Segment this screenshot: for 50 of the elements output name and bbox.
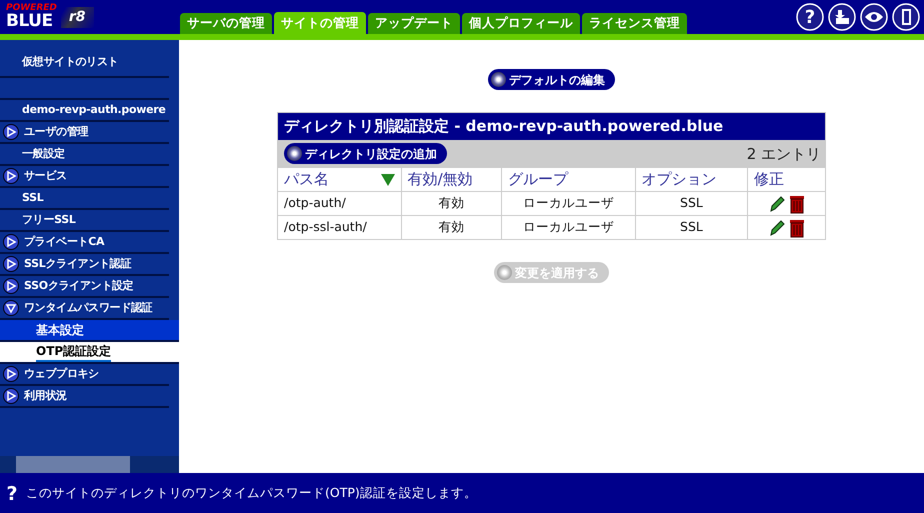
column-header[interactable]: オプション bbox=[635, 168, 748, 192]
horizontal-scrollbar[interactable] bbox=[0, 456, 179, 473]
sidebar-item[interactable]: SSLクライアント認証 bbox=[19, 256, 132, 272]
entry-count: 2 エントリ bbox=[746, 144, 821, 164]
sidebar-item[interactable]: 利用状況 bbox=[19, 388, 67, 404]
eye-icon[interactable] bbox=[860, 3, 888, 31]
help-icon: ? bbox=[4, 483, 20, 503]
tab[interactable]: アップデート bbox=[368, 13, 460, 34]
sort-descending-icon[interactable] bbox=[380, 174, 395, 186]
status-message: このサイトのディレクトリのワンタイムパスワード(OTP)認証を設定します。 bbox=[26, 484, 477, 502]
table-cell: 有効 bbox=[401, 216, 502, 240]
logo-tagline: POWERED bbox=[6, 4, 57, 13]
add-directory-button[interactable]: ディレクトリ設定の追加 bbox=[284, 143, 447, 164]
logout-icon[interactable] bbox=[892, 3, 920, 31]
sidebar-heading[interactable]: 仮想サイトのリスト bbox=[0, 54, 118, 70]
pencil-icon[interactable] bbox=[768, 194, 785, 212]
tab[interactable]: ライセンス管理 bbox=[582, 13, 687, 34]
table-cell: /otp-auth/ bbox=[278, 192, 402, 216]
version-label: r8 bbox=[60, 6, 94, 28]
help-icon[interactable]: ? bbox=[796, 3, 824, 31]
sidebar-subitem[interactable]: OTP認証設定 bbox=[0, 342, 179, 364]
sidebar-item[interactable]: 一般設定 bbox=[0, 146, 65, 162]
tab[interactable]: サーバの管理 bbox=[180, 13, 272, 34]
edit-defaults-button[interactable]: デフォルトの編集 bbox=[488, 69, 615, 90]
sidebar-item[interactable]: ウェブプロキシ bbox=[19, 366, 99, 382]
download-icon[interactable] bbox=[828, 3, 856, 31]
sidebar-subitem[interactable]: 基本設定 bbox=[0, 320, 179, 342]
table-cell: SSL bbox=[635, 192, 748, 216]
table-title: ディレクトリ別認証設定 - demo-revp-auth.powered.blue bbox=[278, 112, 826, 140]
column-header[interactable]: グループ bbox=[502, 168, 636, 192]
sidebar-item[interactable]: フリーSSL bbox=[0, 212, 76, 228]
logo-wordmark: BLUE bbox=[6, 13, 54, 30]
column-header[interactable]: 修正 bbox=[748, 168, 826, 192]
sidebar-item[interactable]: SSL bbox=[0, 190, 44, 206]
column-header[interactable]: 有効/無効 bbox=[401, 168, 502, 192]
sidebar-item[interactable]: ユーザの管理 bbox=[19, 124, 88, 140]
sidebar-item[interactable]: ワンタイムパスワード認証 bbox=[19, 300, 152, 316]
sidebar-item[interactable]: サービス bbox=[19, 168, 67, 184]
trash-icon[interactable] bbox=[788, 194, 805, 214]
pencil-icon[interactable] bbox=[768, 218, 785, 236]
table-cell: ローカルユーザ bbox=[502, 192, 636, 216]
table-cell: /otp-ssl-auth/ bbox=[278, 216, 402, 240]
sidebar-item[interactable]: プライベートCA bbox=[19, 234, 104, 250]
sidebar-item[interactable]: SSOクライアント設定 bbox=[19, 278, 134, 294]
sidebar-item[interactable]: demo-revp-auth.powere bbox=[0, 102, 166, 118]
table-cell: 有効 bbox=[401, 192, 502, 216]
table-cell: ローカルユーザ bbox=[502, 216, 636, 240]
tab[interactable]: 個人プロフィール bbox=[462, 13, 580, 34]
table-cell: SSL bbox=[635, 216, 748, 240]
trash-icon[interactable] bbox=[788, 218, 805, 238]
